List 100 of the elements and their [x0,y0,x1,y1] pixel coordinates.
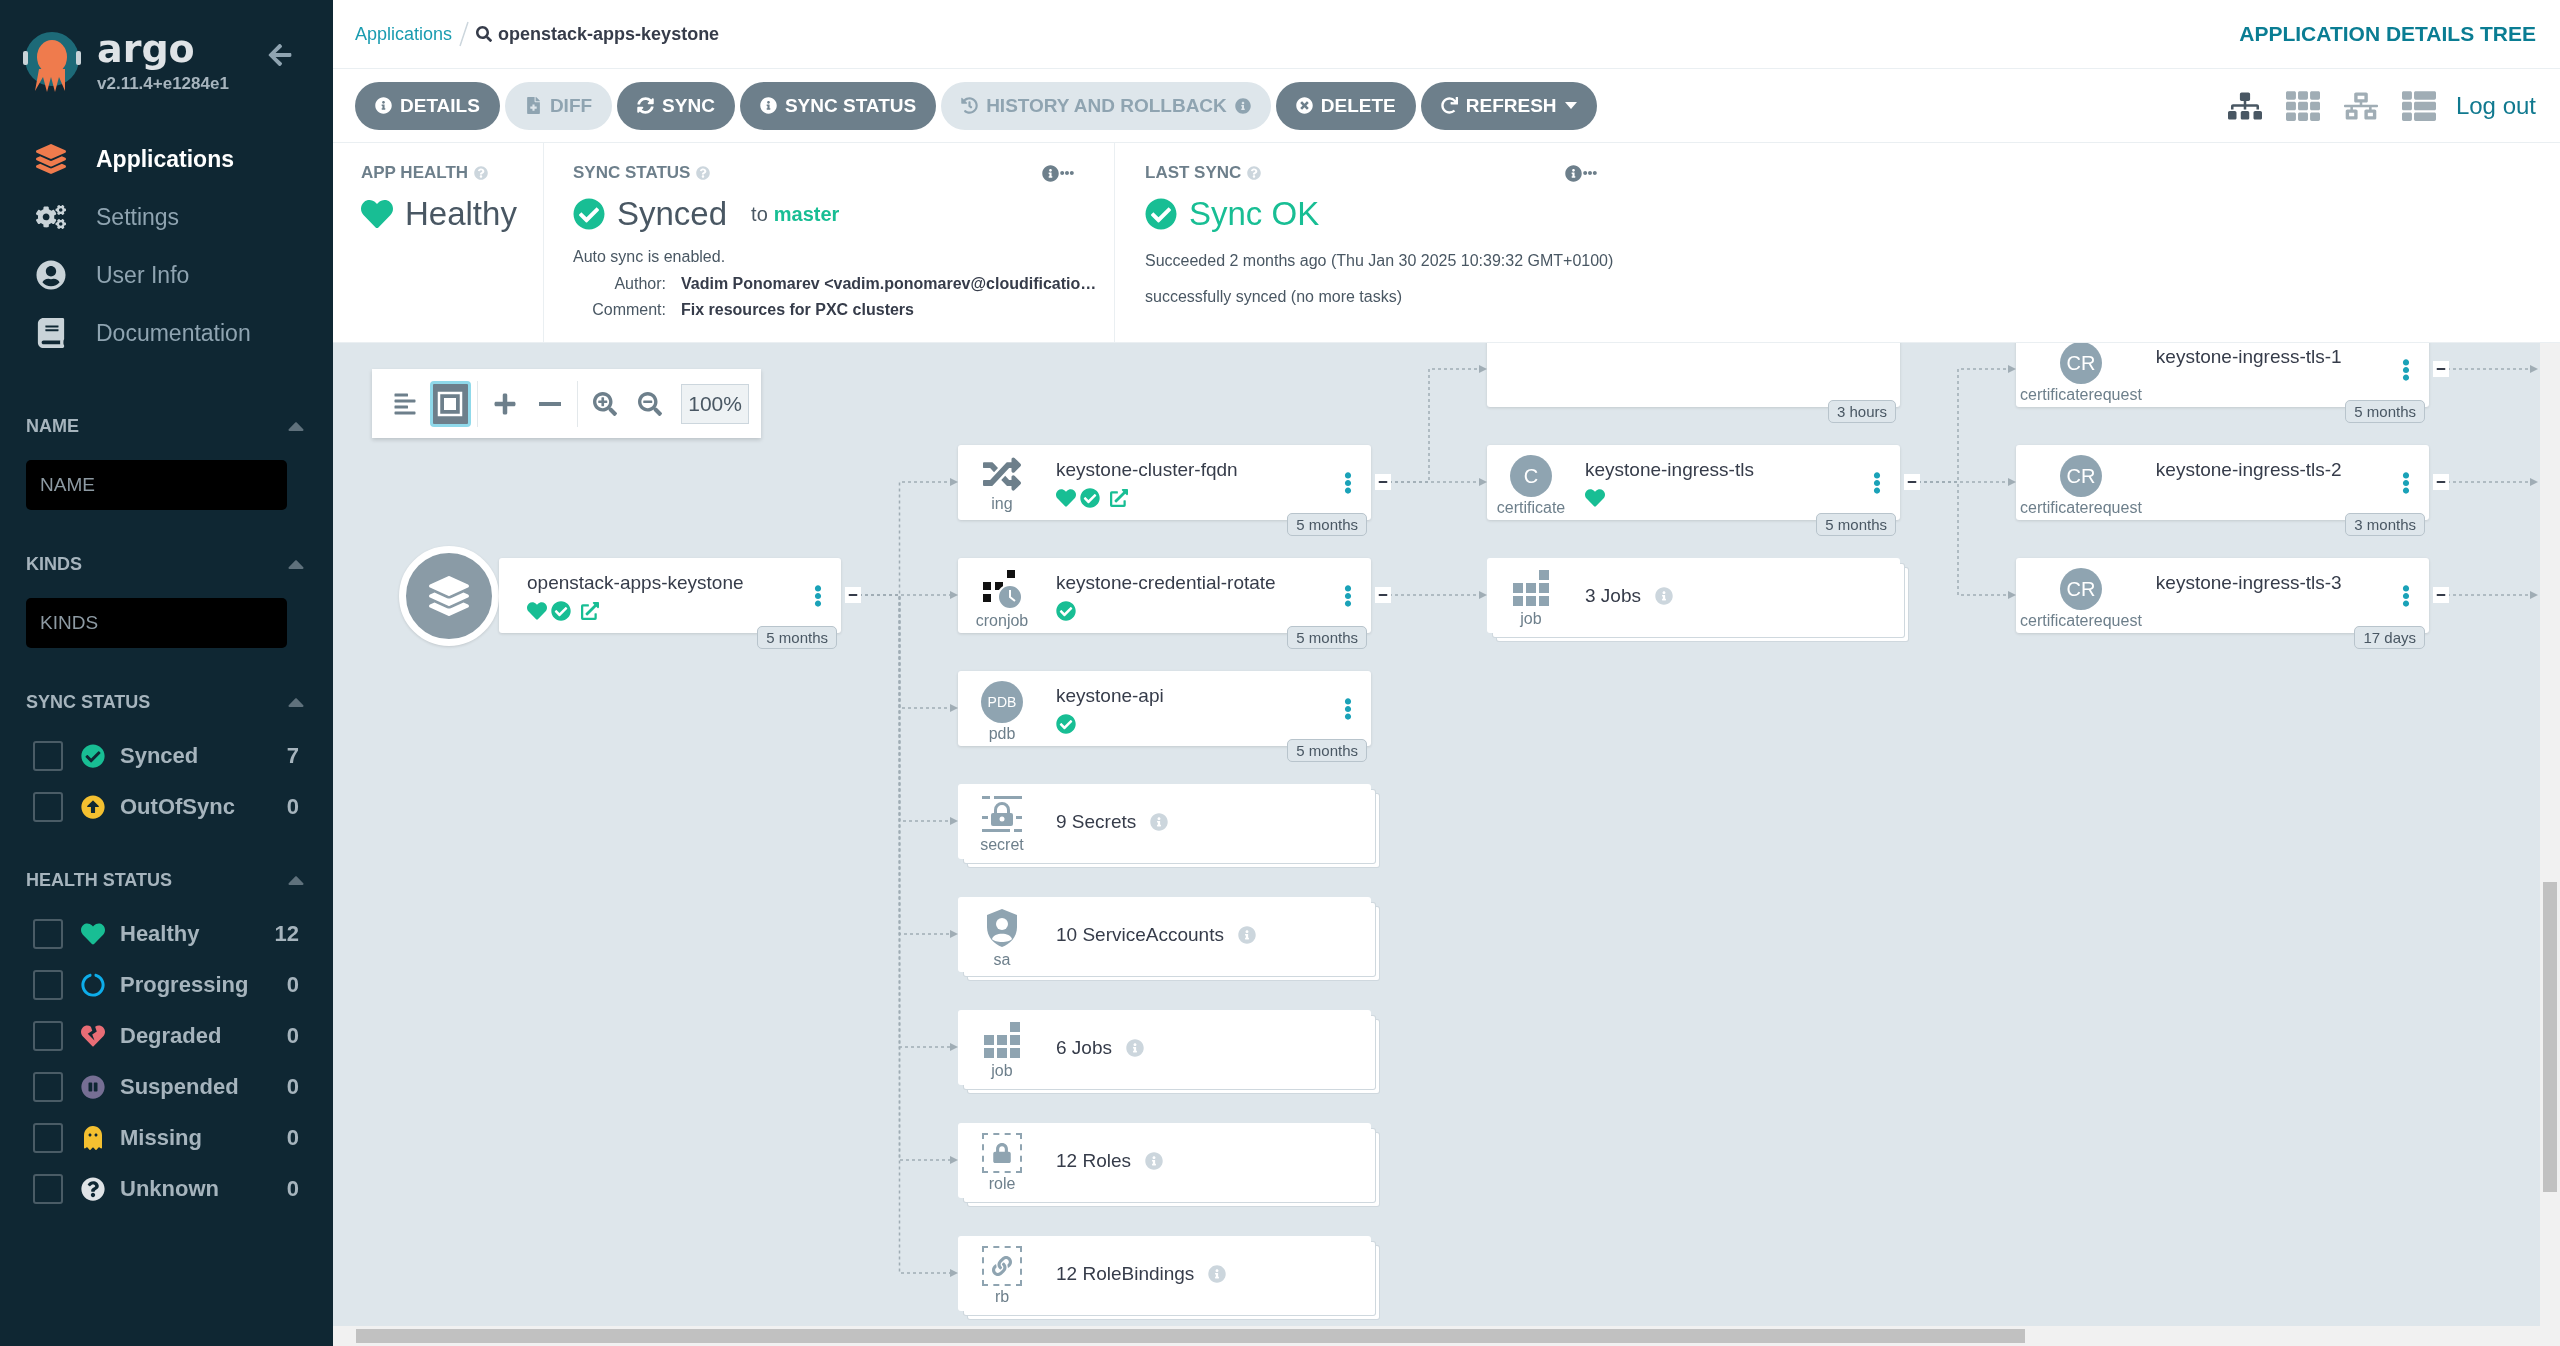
nav-item[interactable]: User Info [0,246,333,304]
collapse-button[interactable] [1375,587,1391,603]
kind-label: certificate [1496,499,1566,517]
list-view-button[interactable] [2401,88,2436,123]
grid-view-button[interactable] [2285,88,2320,123]
version-label: v2.11.4+e1284e1 [97,74,229,94]
nav-item[interactable]: Applications [0,130,333,188]
pause-icon [81,1074,105,1099]
checkbox[interactable] [33,791,63,822]
resource-name: keystone-api [1056,685,1164,707]
kind-label: role [988,1175,1016,1193]
more-button[interactable] [1565,164,1597,182]
checkbox[interactable] [33,918,63,949]
settings-icon [36,202,66,232]
fit-button[interactable] [429,380,472,427]
help-icon [474,166,489,180]
resource-node[interactable]: cronjob keystone-credential-rotate [958,558,1371,633]
grid-icon [2285,88,2320,123]
help-icon [696,166,711,180]
group-name: 10 ServiceAccounts [1056,923,1224,946]
ghost-icon [81,1125,105,1150]
resource-node[interactable]: CR certificaterequest keystone-ingress-tls-1 [2016,343,2429,407]
more-button[interactable] [1042,164,1074,182]
external-link-icon[interactable] [581,602,599,620]
arrow-left-icon [267,42,293,68]
ring-icon [81,972,105,997]
application-node[interactable]: openstack-apps-keystone [499,558,841,633]
caret-down-icon [1564,102,1577,109]
resource-node[interactable]: C certificate keystone-ingress-tls [1487,445,1900,520]
collapse-button[interactable] [2433,587,2449,603]
age-badge: 3 hours [1827,400,1896,423]
kind-badge: PDB [981,681,1023,723]
action-button[interactable]: DETAILS [355,81,500,130]
checkbox[interactable] [33,1071,63,1102]
health-status: Healthy [405,195,517,233]
action-button[interactable]: REFRESH [1420,81,1597,130]
action-button[interactable]: SYNC STATUS [739,81,937,130]
refresh-icon [1440,97,1458,114]
info-icon [1565,164,1582,182]
checkbox[interactable] [33,1122,63,1153]
filter-count: 0 [286,793,299,820]
filter-count: 0 [286,1124,299,1151]
sync-message-text: successfully synced (no more tasks) [1145,287,1402,307]
checkbox[interactable] [33,1173,63,1204]
resource-node[interactable]: ing keystone-cluster-fqdn [958,445,1371,520]
help-icon [1247,166,1262,180]
collapse-button[interactable] [2433,361,2449,377]
kind-label: job [991,1062,1013,1080]
info-icon [1234,97,1251,114]
action-button[interactable]: DELETE [1275,81,1416,130]
logout-link[interactable]: Log out [2455,91,2536,120]
info-icon [1655,586,1673,605]
kind-label: pdb [988,725,1016,743]
resource-name: keystone-credential-rotate [1056,572,1276,594]
collapse-button[interactable] [1375,474,1391,490]
resource-node[interactable]: CR certificaterequest keystone-ingress-tls-2 [2016,445,2429,520]
info-icon [1126,1038,1144,1057]
filter-count: 0 [286,1073,299,1100]
align-icon [392,391,417,416]
checkbox[interactable] [33,1020,63,1051]
filter-input[interactable]: KINDS [26,598,287,648]
kind-badge: CR [2059,455,2102,497]
group-name: 12 Roles [1056,1149,1131,1172]
panel-title: SYNC STATUS [573,163,691,183]
external-link-icon[interactable] [1110,489,1128,507]
layers-icon [36,144,66,174]
filter-count: 0 [286,1175,299,1202]
collapse-button[interactable] [1904,474,1920,490]
filter-option: Missing [120,1124,202,1151]
collapse-button[interactable] [845,587,861,603]
scrollbar[interactable] [2540,343,2560,1326]
resource-node[interactable]: PDB pdb keystone-api [958,671,1371,746]
history-icon [961,97,979,114]
brand-name: argo [97,30,196,68]
back-button[interactable] [267,42,293,68]
scrollbar[interactable] [333,1326,2540,1346]
zoom-out-icon [638,391,663,416]
action-button[interactable]: SYNC [617,81,735,130]
scrollbar-thumb[interactable] [356,1329,2025,1343]
resource-node[interactable] [1487,343,1900,407]
resource-name: keystone-ingress-tls-2 [2155,459,2342,481]
minus-icon [539,401,562,406]
filter-count: 0 [286,971,299,998]
checkbox[interactable] [33,740,63,771]
nav-item[interactable]: Settings [0,188,333,246]
file-icon [524,97,542,114]
checkbox[interactable] [33,969,63,1000]
filter-option: Suspended [120,1073,239,1100]
nav-item[interactable]: Documentation [0,304,333,362]
filter-count: 12 [274,920,299,947]
layers-icon [429,576,469,616]
info-icon [1042,164,1059,182]
resource-node[interactable]: CR certificaterequest keystone-ingress-tls-3 [2016,558,2429,633]
kind-badge: CR [2059,343,2102,384]
resource-name: keystone-ingress-tls [1585,459,1754,481]
collapse-button[interactable] [2433,474,2449,490]
grid-icon [1511,568,1551,608]
scrollbar-thumb[interactable] [2543,882,2557,1192]
resource-name: keystone-ingress-tls-3 [2155,572,2342,594]
filter-input[interactable]: NAME [26,460,287,510]
